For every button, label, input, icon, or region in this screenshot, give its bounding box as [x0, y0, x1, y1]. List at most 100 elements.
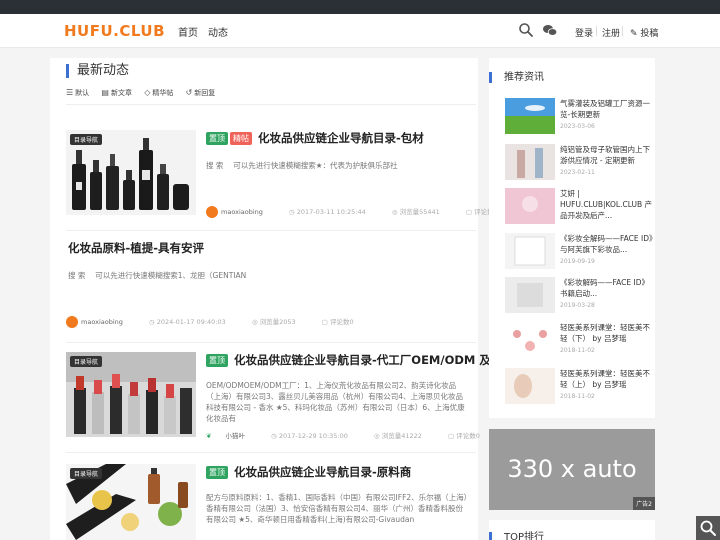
doc-icon: ▤: [101, 88, 109, 97]
nav-separator: [596, 26, 597, 36]
recommended-thumbnail: [505, 188, 555, 224]
avatar[interactable]: [66, 316, 78, 328]
filter-label: 默认: [75, 89, 90, 97]
floating-search-button[interactable]: [696, 516, 720, 540]
recommended-date: 2023-03-06: [560, 123, 595, 130]
pinned-tag: 置顶: [206, 132, 228, 145]
navbar: HUFU.CLUB 首页 动态 登录 注册 ✎ 投稿: [0, 14, 720, 48]
recommended-title: 纯铝管及母子软管国内上下游供应情况 - 定期更新: [560, 145, 650, 165]
post-comments: 评论数0: [456, 432, 480, 440]
post-thumbnail[interactable]: 目录导航: [66, 352, 196, 437]
recommended-title: 轻医美系列课堂：轻医美不轻（上） by 吕梦瑶: [560, 369, 650, 389]
recommended-thumbnail: [505, 368, 555, 404]
filter-bar: ☰ 默认 ▤ 新文章 ◇ 精华帖 ↺ 新回复: [66, 88, 225, 98]
post-item: 化妆品原料-植提-具有安评 搜 索 可以先进行快速模糊搜索1、龙胆（GENTIA…: [66, 240, 476, 336]
post-date: 2017-12-29 10:35:00: [278, 432, 348, 440]
recommended-item[interactable]: 轻医美系列课堂：轻医美不轻（下） by 吕梦瑶 2018-11-02: [505, 322, 655, 362]
divider: [66, 104, 476, 105]
recommended-item[interactable]: 《彩妆解码——FACE ID》书籍启动... 2019-03-28: [505, 277, 655, 317]
post-title[interactable]: 置顶 精帖 化妆品供应链企业导航目录-包材: [206, 130, 424, 146]
pen-icon: ✎: [630, 29, 638, 39]
author-name[interactable]: maoxiaobing: [221, 208, 263, 216]
site-logo[interactable]: HUFU.CLUB: [64, 22, 165, 40]
post-thumbnail[interactable]: 目录导航: [66, 130, 196, 215]
leaf-icon: ❦: [206, 432, 214, 440]
avatar[interactable]: [206, 206, 218, 218]
post-item: 目录导航 置顶 化妆品供应链企业导航目录-代工厂OEM/ODM 及设备 OEM/…: [66, 352, 514, 440]
reply-icon: ↺: [185, 88, 193, 97]
recommended-item[interactable]: 轻医美系列课堂：轻医美不轻（上） by 吕梦瑶 2018-11-02: [505, 368, 655, 408]
top-strip: [0, 0, 720, 14]
post-title[interactable]: 置顶 化妆品供应链企业导航目录-代工厂OEM/ODM 及设备: [206, 352, 514, 368]
main-content: 最新动态 ☰ 默认 ▤ 新文章 ◇ 精华帖 ↺ 新回复 目录导航 置顶 精帖 化…: [50, 58, 514, 540]
post-excerpt: OEM/ODMOEM/ODM工厂：1、上海仪荒化妆品有限公司2、韵芙诗化妆品（上…: [206, 381, 465, 423]
clock-icon: ◷ 2017-12-29 10:35:00: [271, 432, 348, 440]
filter-label: 精华帖: [152, 89, 174, 97]
post-excerpt: 搜 索 可以先进行快速模糊搜索★：代表为护肤俱乐部社: [206, 161, 398, 170]
filter-featured[interactable]: ◇ 精华帖: [144, 88, 173, 98]
recommended-thumbnail: [505, 277, 555, 313]
comment-icon: ▢ 评论数0: [447, 432, 480, 440]
eye-icon: ◎ 浏览量2053: [251, 318, 296, 326]
recommended-date: 2023-02-11: [560, 169, 595, 176]
recommended-thumbnail: [505, 322, 555, 358]
post-meta: ❦ 小猫叶 ◷ 2017-12-29 10:35:00 ◎ 浏览量41222 ▢…: [206, 430, 504, 440]
pinned-tag: 置顶: [206, 354, 228, 367]
filter-new-replies[interactable]: ↺ 新回复: [186, 88, 216, 98]
search-icon[interactable]: [518, 22, 534, 38]
recommended-item[interactable]: 纯铝管及母子软管国内上下游供应情况 - 定期更新 2023-02-11: [505, 144, 655, 184]
post-views: 浏览量41222: [381, 432, 422, 440]
ad-banner[interactable]: 330 x auto 广告2: [489, 429, 655, 510]
thumbnail-badge: 目录导航: [70, 468, 103, 479]
eye-icon: ◎ 浏览量41222: [373, 432, 422, 440]
post-meta: maoxiaobing ◷ 2017-03-11 10:25:44 ◎ 浏览量5…: [206, 206, 522, 218]
post-title-text: 化妆品供应链企业导航目录-原料商: [234, 465, 412, 479]
sidebar-title: 推荐资讯: [489, 72, 544, 83]
featured-tag: 精帖: [230, 132, 252, 145]
author-name[interactable]: maoxiaobing: [81, 318, 123, 326]
eye-icon: ◎ 浏览量55441: [391, 208, 440, 216]
recommended-title: 《彩妆全解码——FACE ID》与阿芙旗下彩妆品...: [560, 234, 653, 254]
recommended-item[interactable]: 气雾灌装及铝罐工厂资源一览-长期更新 2023-03-06: [505, 98, 655, 138]
post-views: 浏览量55441: [399, 208, 440, 216]
post-title[interactable]: 化妆品原料-植提-具有安评: [68, 240, 204, 256]
ad-badge: 广告2: [633, 497, 655, 510]
recommended-item[interactable]: 《彩妆全解码——FACE ID》与阿芙旗下彩妆品... 2019-09-19: [505, 233, 655, 273]
login-link[interactable]: 登录: [575, 26, 593, 39]
submit-link[interactable]: ✎ 投稿: [630, 26, 658, 39]
filter-label: 新回复: [194, 89, 216, 97]
thumbnail-badge: 目录导航: [70, 356, 103, 367]
wechat-icon[interactable]: [542, 22, 558, 38]
post-item: 目录导航 置顶 精帖 化妆品供应链企业导航目录-包材 搜 索 可以先进行快速模糊搜…: [66, 130, 498, 230]
post-title[interactable]: 置顶 化妆品供应链企业导航目录-原料商: [206, 464, 411, 480]
post-views: 浏览量2053: [259, 318, 296, 326]
register-link[interactable]: 注册: [602, 26, 620, 39]
nav-feed[interactable]: 动态: [208, 24, 228, 39]
comment-icon: ▢ 评论数0: [321, 318, 354, 326]
filter-label: 新文章: [110, 89, 132, 97]
post-item: 目录导航 置顶 化妆品供应链企业导航目录-原料商 配方与原料原料：1、香精1、国…: [66, 464, 476, 540]
post-excerpt: 搜 索 可以先进行快速模糊搜索1、龙胆（GENTIAN: [68, 271, 247, 280]
author-name[interactable]: 小猫叶: [226, 432, 246, 440]
search-icon: [700, 520, 716, 536]
top-ranking-title: TOP排行: [489, 532, 544, 540]
list-icon: ☰: [66, 88, 74, 97]
divider: [66, 230, 476, 231]
nav-home[interactable]: 首页: [178, 24, 198, 39]
clock-icon: ◷ 2024-01-17 09:40:03: [148, 318, 226, 326]
thumbnail-badge: 目录导航: [70, 134, 103, 145]
recommended-title: 气雾灌装及铝罐工厂资源一览-长期更新: [560, 99, 650, 119]
post-excerpt: 配方与原料原料：1、香精1、国际香料（中国）有限公司IFF2、乐尔福（上海）香精…: [206, 493, 468, 524]
sidebar: 推荐资讯 气雾灌装及铝罐工厂资源一览-长期更新 2023-03-06 纯铝管及母…: [489, 58, 655, 540]
recommended-item[interactable]: 艾妍 | HUFU.CLUB|KOL.CLUB 产品开发及后产... 2019-…: [505, 188, 655, 228]
filter-default[interactable]: ☰ 默认: [66, 88, 89, 98]
recommended-box: 推荐资讯 气雾灌装及铝罐工厂资源一览-长期更新 2023-03-06 纯铝管及母…: [489, 58, 655, 418]
ad-placeholder-text: 330 x auto: [507, 455, 637, 483]
clock-icon: ◷ 2017-03-11 10:25:44: [288, 208, 366, 216]
post-thumbnail[interactable]: 目录导航: [66, 464, 196, 540]
post-meta: maoxiaobing ◷ 2024-01-17 09:40:03 ◎ 浏览量2…: [66, 316, 378, 328]
page-title: 最新动态: [66, 64, 129, 78]
filter-new-articles[interactable]: ▤ 新文章: [101, 88, 132, 98]
diamond-icon: ◇: [144, 88, 151, 97]
recommended-date: 2019-09-24: [560, 213, 595, 220]
